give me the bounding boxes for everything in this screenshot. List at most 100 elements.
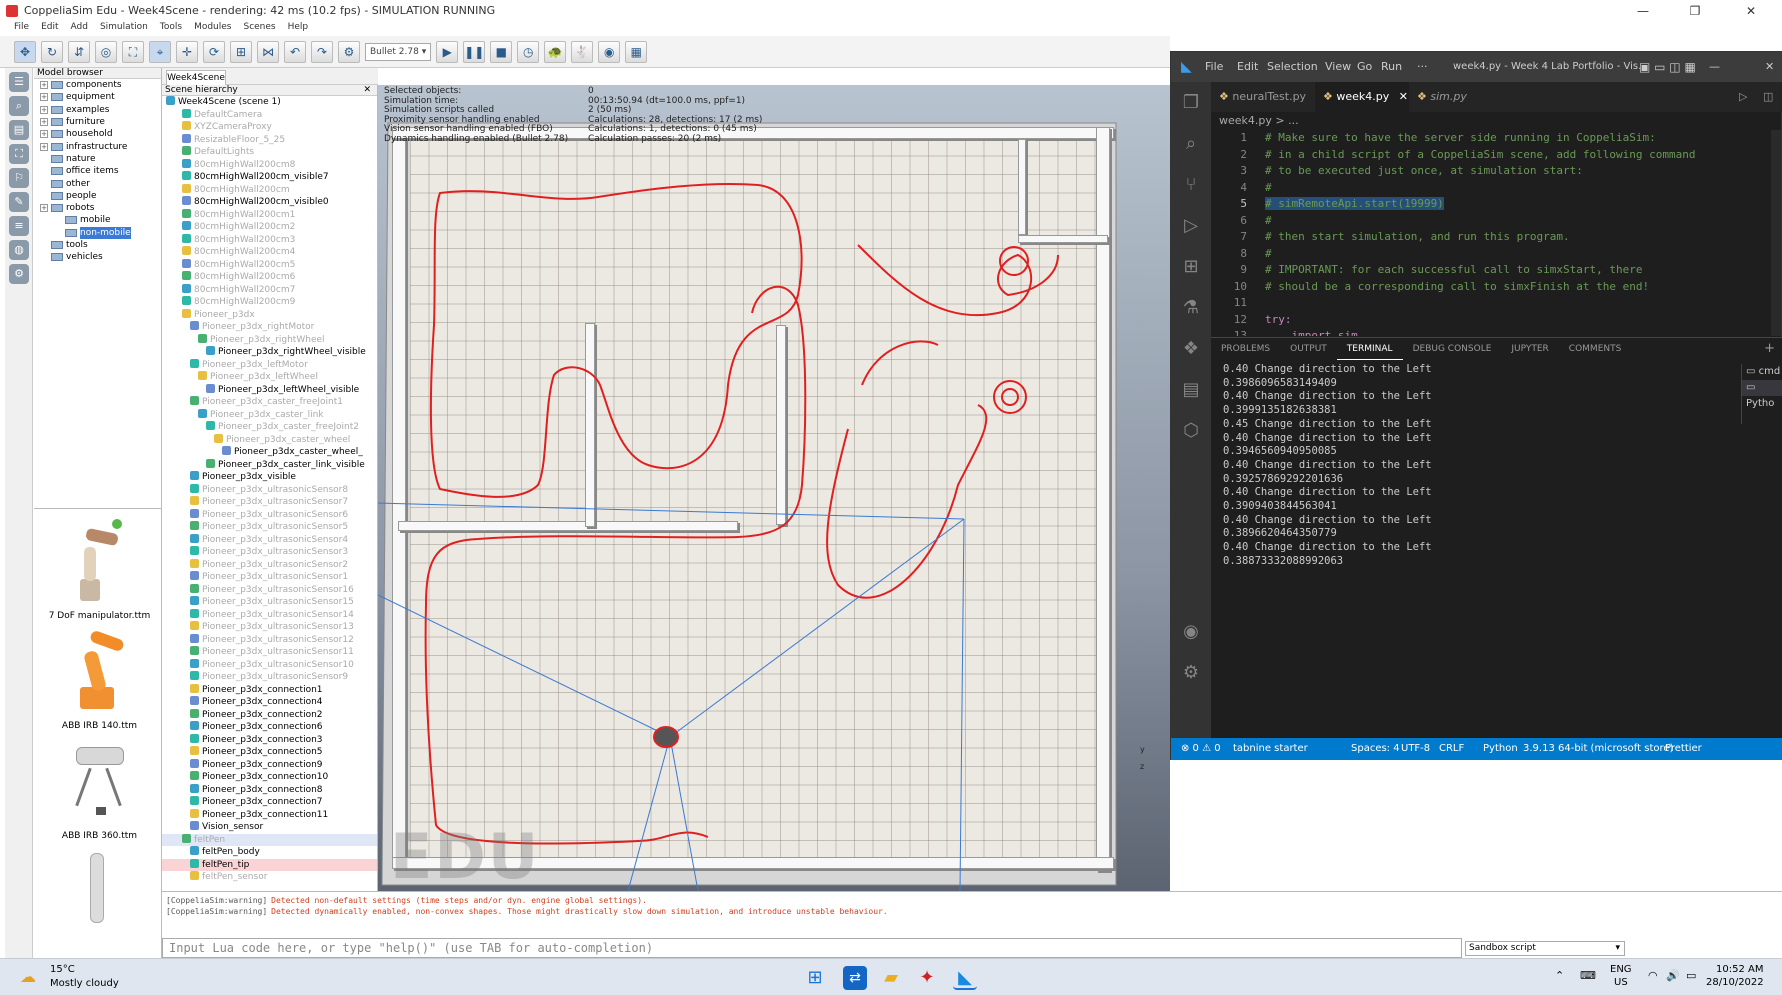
explorer-icon[interactable]: ❐ bbox=[1171, 82, 1211, 123]
expand-toggle-icon[interactable]: + bbox=[40, 130, 48, 139]
terminal-session-item[interactable]: ▭ cmd bbox=[1742, 364, 1782, 380]
vs-menu-view[interactable]: View bbox=[1325, 52, 1351, 82]
panel-tab-problems[interactable]: PROBLEMS bbox=[1211, 338, 1280, 360]
calculation-modules-icon[interactable]: ⛶ bbox=[9, 144, 29, 164]
scene-object-item[interactable]: Pioneer_p3dx_ultrasonicSensor4 bbox=[162, 533, 377, 547]
python-icon[interactable]: ❖ bbox=[1171, 328, 1211, 369]
menu-modules[interactable]: Modules bbox=[194, 22, 231, 36]
keyboard-icon[interactable]: ⌨ bbox=[1580, 969, 1596, 982]
extensions-icon[interactable]: ⊞ bbox=[1171, 246, 1211, 287]
clock-time[interactable]: 10:52 AM bbox=[1716, 964, 1763, 975]
menu-scenes[interactable]: Scenes bbox=[243, 22, 275, 36]
vs-menu-edit[interactable]: Edit bbox=[1237, 52, 1258, 82]
scene-object-item[interactable]: 80cmHighWall200cm8 bbox=[162, 158, 377, 172]
scene-object-item[interactable]: ResizableFloor_5_25 bbox=[162, 133, 377, 147]
remote-icon[interactable]: ⬡ bbox=[1171, 410, 1211, 451]
start-simulation-icon[interactable]: ▶ bbox=[436, 40, 459, 63]
panel-tab-terminal[interactable]: TERMINAL bbox=[1336, 338, 1403, 360]
model-folder-item[interactable]: + components bbox=[34, 79, 161, 91]
expand-toggle-icon[interactable]: + bbox=[40, 93, 48, 102]
model-folder-item[interactable]: + furniture bbox=[34, 116, 161, 128]
editor-scrollbar[interactable] bbox=[1771, 130, 1781, 336]
panel-tab-jupyter[interactable]: JUPYTER bbox=[1501, 338, 1558, 360]
scene-object-item[interactable]: Pioneer_p3dx_rightMotor bbox=[162, 321, 377, 334]
tray-overflow-icon[interactable]: ⌃ bbox=[1555, 969, 1564, 982]
transfer-dna-icon[interactable]: ⋈ bbox=[257, 40, 279, 63]
editor-tab-active[interactable]: ❖ week4.py ✕ bbox=[1315, 82, 1409, 112]
scene-object-item[interactable]: Pioneer_p3dx_leftWheel_visible bbox=[162, 383, 377, 397]
start-button-icon[interactable]: ⊞ bbox=[803, 966, 827, 990]
scene-object-item[interactable]: Pioneer_p3dx_caster_freeJoint2 bbox=[162, 421, 377, 434]
scene-object-item[interactable]: 80cmHighWall200cm5 bbox=[162, 258, 377, 272]
testing-icon[interactable]: ⚗ bbox=[1171, 287, 1211, 328]
split-editor-icon[interactable]: ◫ bbox=[1755, 82, 1775, 112]
expand-toggle-icon[interactable]: + bbox=[40, 105, 48, 114]
script-context-select[interactable]: Sandbox script ▾ bbox=[1465, 941, 1625, 956]
scene-object-item[interactable]: Pioneer_p3dx_ultrasonicSensor11 bbox=[162, 646, 377, 659]
scene-object-item[interactable]: DefaultCamera bbox=[162, 108, 377, 122]
run-debug-icon[interactable]: ▷ bbox=[1171, 205, 1211, 246]
scene-object-item[interactable]: feltPen_tip bbox=[162, 858, 377, 871]
scene-object-item[interactable]: Pioneer_p3dx_ultrasonicSensor10 bbox=[162, 658, 377, 672]
camera-angle-icon[interactable]: ◎ bbox=[95, 40, 117, 63]
scene-object-item[interactable]: feltPen bbox=[162, 833, 377, 846]
menu-edit[interactable]: Edit bbox=[41, 22, 58, 36]
pioneer-robot[interactable] bbox=[653, 726, 679, 748]
model-folder-item[interactable]: office items bbox=[34, 165, 161, 177]
scene-object-item[interactable]: feltPen_body bbox=[162, 846, 377, 859]
minimize-icon[interactable]: — bbox=[1620, 0, 1666, 22]
breadcrumb[interactable]: week4.py > ... bbox=[1219, 112, 1299, 130]
search-icon[interactable]: ⌕ bbox=[1171, 123, 1211, 164]
indentation-status[interactable]: Spaces: 4 bbox=[1351, 738, 1400, 760]
model-thumbnail[interactable]: ABB IRB 360.ttm bbox=[42, 737, 157, 841]
terminal-session-item[interactable]: ▭ Pytho bbox=[1742, 380, 1782, 409]
eol-status[interactable]: CRLF bbox=[1439, 738, 1464, 760]
scene-object-item[interactable]: Pioneer_p3dx_ultrasonicSensor6 bbox=[162, 508, 377, 522]
scene-object-item[interactable]: 80cmHighWall200cm7 bbox=[162, 283, 377, 297]
scene-object-item[interactable]: Pioneer_p3dx_connection8 bbox=[162, 783, 377, 797]
scene-object-item[interactable]: Pioneer_p3dx_ultrasonicSensor3 bbox=[162, 546, 377, 559]
visualization-toggle-icon[interactable]: ◉ bbox=[598, 40, 621, 63]
object-rotate-icon[interactable]: ⟳ bbox=[203, 40, 225, 63]
scripts-icon[interactable]: ✎ bbox=[9, 192, 29, 212]
scene-object-item[interactable]: feltPen_sensor bbox=[162, 871, 377, 884]
scene-object-item[interactable]: Pioneer_p3dx_connection10 bbox=[162, 771, 377, 784]
object-properties-icon[interactable]: ▤ bbox=[9, 120, 29, 140]
close-icon[interactable]: ✕ bbox=[363, 85, 371, 96]
maximize-icon[interactable]: ❐ bbox=[1672, 0, 1718, 22]
model-folder-item[interactable]: nature bbox=[34, 153, 161, 165]
scene-object-item[interactable]: Pioneer_p3dx_ultrasonicSensor1 bbox=[162, 571, 377, 584]
scene-object-item[interactable]: Pioneer_p3dx_rightWheel_visible bbox=[162, 346, 377, 359]
menu-file[interactable]: File bbox=[14, 22, 29, 36]
account-icon[interactable]: ◉ bbox=[1171, 611, 1211, 652]
coppeliasim-taskbar-icon[interactable]: ✦ bbox=[915, 966, 939, 990]
python-interpreter[interactable]: 3.9.13 64-bit (microsoft store) bbox=[1523, 738, 1673, 760]
model-folder-item[interactable]: + robots bbox=[34, 202, 161, 214]
teamviewer-icon[interactable]: ⇄ bbox=[843, 966, 867, 990]
problems-count[interactable]: ⊗ 0 ⚠ 0 bbox=[1181, 738, 1221, 760]
battery-icon[interactable]: ▭ bbox=[1686, 969, 1696, 982]
vscode-taskbar-icon[interactable]: ◣ bbox=[953, 966, 977, 990]
expand-toggle-icon[interactable]: + bbox=[40, 204, 48, 213]
minimize-icon[interactable]: — bbox=[1709, 52, 1720, 82]
pause-simulation-icon[interactable]: ❚❚ bbox=[463, 40, 486, 63]
scene-object-item[interactable]: 80cmHighWall200cm4 bbox=[162, 246, 377, 259]
scene-object-item[interactable]: Pioneer_p3dx_ultrasonicSensor9 bbox=[162, 671, 377, 684]
volume-icon[interactable]: 🔊 bbox=[1666, 969, 1680, 982]
model-folder-item[interactable]: non-mobile bbox=[34, 226, 161, 239]
scene-object-item[interactable]: 80cmHighWall200cm2 bbox=[162, 221, 377, 234]
model-folder-item[interactable]: other bbox=[34, 177, 161, 189]
fit-to-view-icon[interactable]: ⛶ bbox=[122, 40, 144, 63]
vs-menu-go[interactable]: Go bbox=[1357, 52, 1372, 82]
scene-object-item[interactable]: Pioneer_p3dx_ultrasonicSensor5 bbox=[162, 521, 377, 534]
scene-object-item[interactable]: Pioneer_p3dx_connection5 bbox=[162, 746, 377, 759]
scene-object-item[interactable]: Pioneer_p3dx_ultrasonicSensor13 bbox=[162, 621, 377, 634]
redo-icon[interactable]: ↷ bbox=[311, 40, 333, 63]
scene-object-item[interactable]: Pioneer_p3dx_ultrasonicSensor15 bbox=[162, 596, 377, 609]
scene-object-item[interactable]: Pioneer_p3dx_ultrasonicSensor7 bbox=[162, 496, 377, 509]
run-file-icon[interactable]: ▷ bbox=[1731, 82, 1751, 112]
scene-tab[interactable]: Week4Scene bbox=[166, 70, 226, 85]
scene-hierarchy-icon[interactable]: ⌕ bbox=[9, 96, 29, 116]
scene-object-item[interactable]: Pioneer_p3dx_leftWheel bbox=[162, 371, 377, 384]
wifi-icon[interactable]: ◠ bbox=[1648, 969, 1658, 982]
